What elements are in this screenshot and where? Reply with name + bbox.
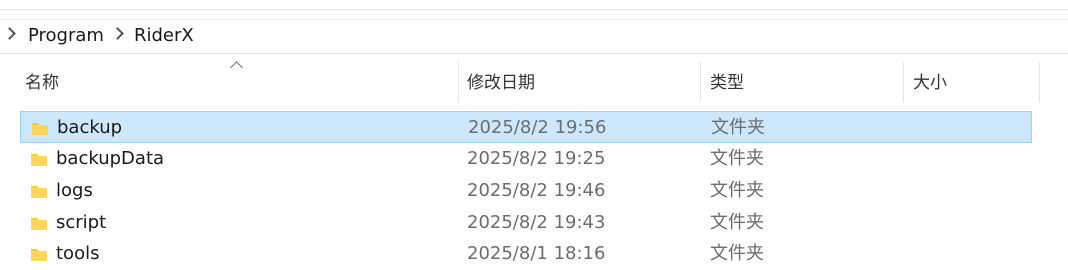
file-row-logs[interactable]: logs 2025/8/2 19:46 文件夹: [20, 175, 1032, 207]
file-type: 文件夹: [711, 117, 765, 138]
folder-icon: [32, 123, 48, 135]
breadcrumb-item-riderx[interactable]: RiderX: [134, 24, 194, 48]
column-divider[interactable]: [1039, 62, 1040, 102]
file-name: backupData: [56, 148, 165, 169]
column-header-modified[interactable]: 修改日期: [467, 67, 535, 99]
column-divider[interactable]: [903, 62, 904, 102]
sort-ascending-icon: [230, 61, 243, 74]
file-modified: 2025/8/2 19:25: [467, 148, 606, 169]
file-type: 文件夹: [710, 243, 764, 264]
column-header-size[interactable]: 大小: [913, 67, 947, 99]
file-name: tools: [56, 243, 100, 264]
file-type: 文件夹: [710, 148, 764, 169]
file-name: backup: [57, 117, 123, 138]
file-row-backup[interactable]: backup 2025/8/2 19:56 文件夹: [20, 111, 1032, 143]
chevron-right-icon[interactable]: [3, 27, 16, 40]
column-header-type[interactable]: 类型: [710, 67, 744, 99]
column-header-name[interactable]: 名称: [25, 67, 59, 99]
file-row-tools[interactable]: tools 2025/8/1 18:16 文件夹: [20, 238, 1032, 270]
file-modified: 2025/8/1 18:16: [467, 243, 606, 264]
file-type: 文件夹: [710, 212, 764, 233]
file-modified: 2025/8/2 19:43: [467, 212, 606, 233]
file-name: script: [56, 212, 107, 233]
folder-icon: [31, 218, 47, 230]
file-modified: 2025/8/2 19:56: [468, 117, 607, 138]
address-bar[interactable]: Program RiderX: [0, 19, 1068, 54]
folder-icon: [31, 154, 47, 166]
folder-icon: [31, 186, 47, 198]
file-type: 文件夹: [710, 180, 764, 201]
column-divider[interactable]: [700, 62, 701, 102]
top-divider: [0, 9, 1068, 10]
file-row-backupdata[interactable]: backupData 2025/8/2 19:25 文件夹: [20, 143, 1032, 175]
file-row-script[interactable]: script 2025/8/2 19:43 文件夹: [20, 207, 1032, 239]
folder-icon: [31, 249, 47, 261]
column-divider[interactable]: [458, 62, 459, 102]
breadcrumb-item-program[interactable]: Program: [28, 24, 104, 48]
file-modified: 2025/8/2 19:46: [467, 180, 606, 201]
chevron-right-icon[interactable]: [111, 27, 124, 40]
file-name: logs: [56, 180, 93, 201]
